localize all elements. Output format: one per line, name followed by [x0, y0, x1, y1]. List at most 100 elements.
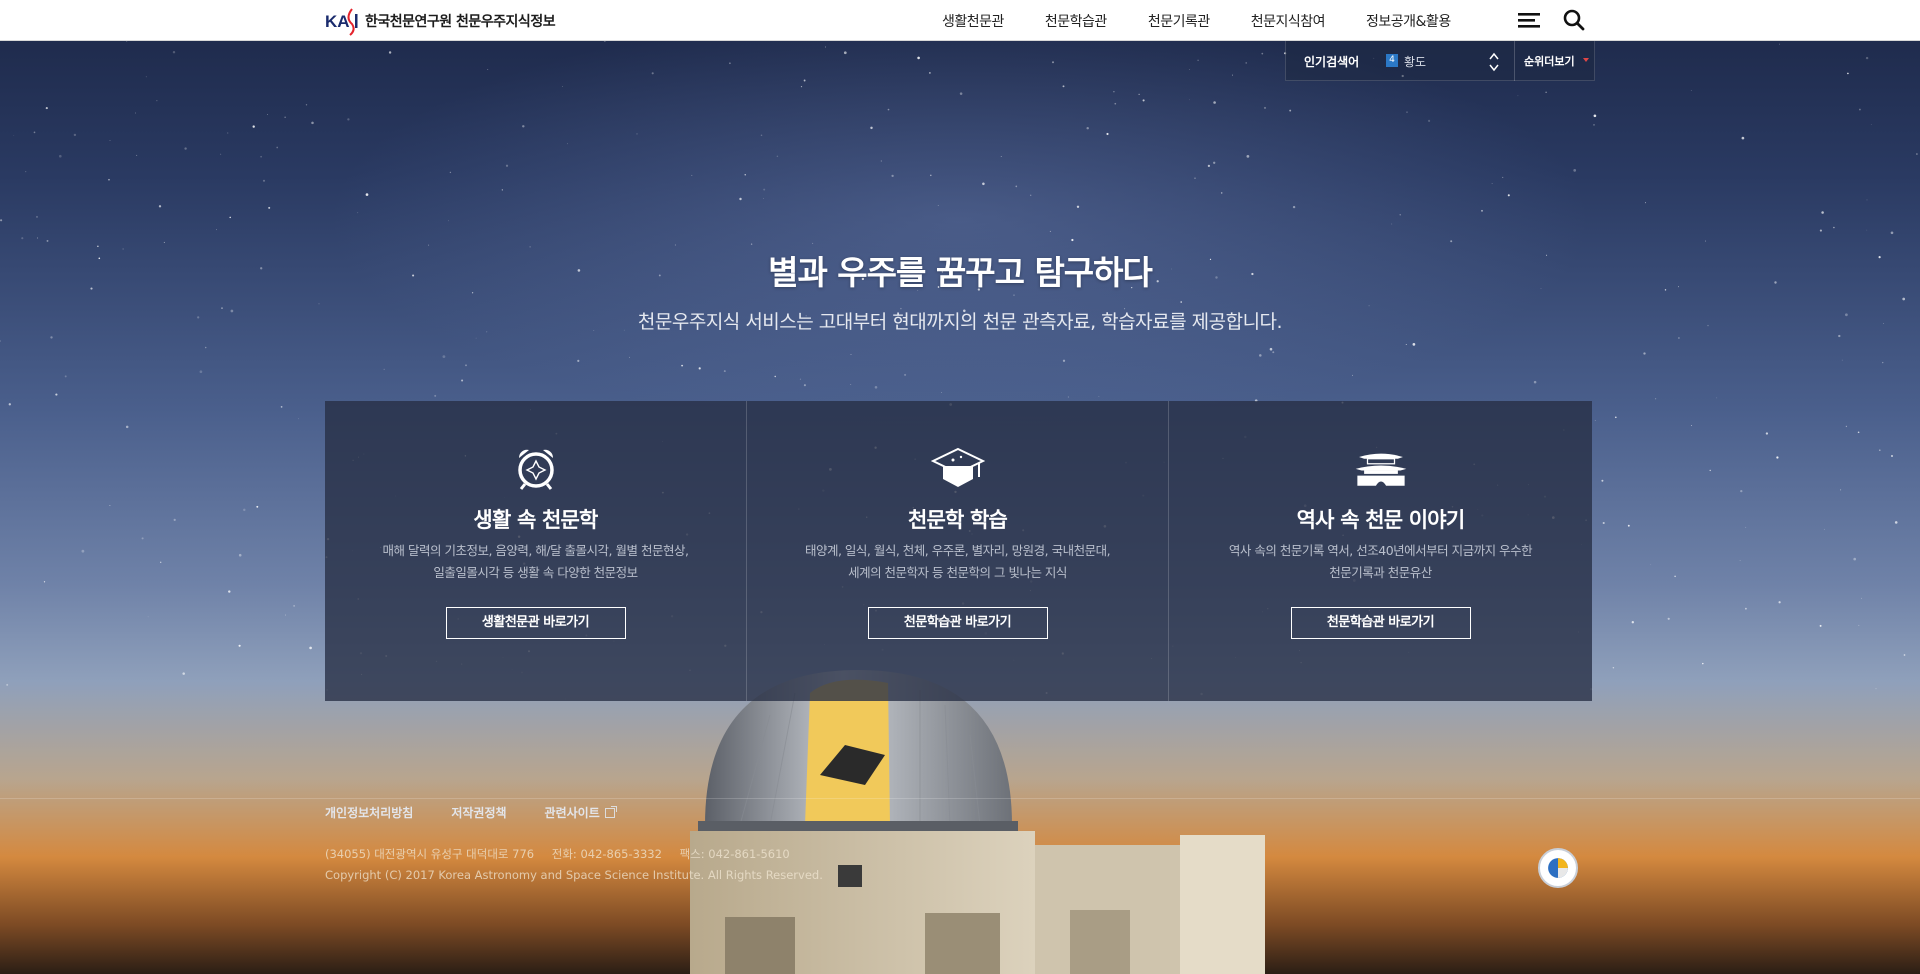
star	[173, 518, 176, 522]
star	[1406, 111, 1408, 113]
star	[1180, 301, 1183, 303]
card-description: 매해 달력의 기초정보, 음양력, 해/달 출몰시각, 월별 천문현상, 일출일…	[355, 540, 716, 584]
star	[744, 174, 746, 176]
star	[1289, 109, 1292, 112]
star	[141, 537, 144, 540]
star	[850, 354, 852, 355]
star	[1138, 93, 1140, 95]
rank-scroll-arrows-icon[interactable]	[1489, 51, 1499, 73]
star	[577, 359, 580, 362]
palace-gate-icon	[1355, 453, 1406, 486]
star	[803, 79, 806, 82]
star	[760, 134, 763, 137]
star	[1745, 526, 1747, 528]
rank-more-label: 순위더보기	[1524, 55, 1575, 68]
rank-badge: 4	[1386, 54, 1398, 67]
popular-search-label: 인기검색어	[1304, 55, 1360, 69]
star	[305, 104, 308, 106]
star	[850, 384, 852, 385]
star	[874, 386, 878, 389]
star	[228, 590, 231, 593]
star	[260, 155, 262, 158]
history-astronomy-button[interactable]: 천문학습관 바로가기	[1290, 607, 1471, 639]
star	[1702, 662, 1704, 665]
star	[73, 133, 77, 137]
star	[1189, 99, 1190, 101]
star	[1412, 343, 1416, 346]
star	[1062, 85, 1065, 88]
star	[505, 164, 509, 167]
star	[1878, 449, 1881, 452]
star	[1866, 229, 1868, 231]
star	[1847, 72, 1849, 75]
star	[1709, 469, 1711, 472]
search-icon[interactable]	[1562, 9, 1586, 31]
star	[1654, 398, 1657, 400]
nav-item-astronomy-records[interactable]: 천문기록관	[1148, 11, 1210, 31]
star	[1113, 90, 1115, 93]
nav-item-astronomy-learning[interactable]: 천문학습관	[1045, 11, 1107, 31]
star	[1902, 297, 1906, 301]
star	[1231, 74, 1233, 76]
star	[227, 132, 229, 134]
site-logo[interactable]: KA 한국천문연구원 천문우주지식정보	[325, 6, 556, 36]
star	[145, 76, 147, 78]
star	[1740, 489, 1743, 493]
nav-item-knowledge-participation[interactable]: 천문지식참여	[1251, 11, 1326, 31]
star	[1213, 161, 1216, 164]
star	[750, 243, 753, 245]
fax-text: 팩스: 042-861-5610	[679, 847, 790, 861]
star	[285, 614, 287, 616]
star	[25, 171, 27, 173]
star	[383, 368, 385, 371]
star	[1261, 52, 1264, 55]
astronomy-learning-button[interactable]: 천문학습관 바로가기	[867, 607, 1048, 639]
star	[8, 403, 11, 406]
star	[1502, 176, 1504, 178]
popular-keyword-link[interactable]: 황도	[1404, 53, 1426, 70]
external-link-icon	[604, 805, 617, 818]
nav-item-info-disclosure[interactable]: 정보공개&활용	[1366, 11, 1451, 31]
star	[1517, 95, 1519, 97]
star	[55, 393, 58, 396]
observatory-illustration	[690, 670, 1265, 974]
main-nav: 생활천문관 천문학습관 천문기록관 천문지식참여 정보공개&활용	[942, 0, 1451, 41]
card-desc-line: 역사 속의 천문기록 역서, 선조40년에서부터 지금까지 우수한	[1228, 543, 1533, 558]
hero-title: 별과 우주를 꿈꾸고 탐구하다	[768, 253, 1153, 292]
star	[567, 143, 568, 145]
star	[1916, 153, 1918, 155]
star	[1866, 199, 1868, 201]
star	[1399, 214, 1401, 216]
star	[238, 553, 242, 557]
star	[172, 50, 176, 54]
star	[1776, 456, 1779, 459]
hamburger-menu-icon[interactable]	[1517, 9, 1541, 31]
star	[1840, 489, 1842, 491]
star	[825, 46, 826, 48]
rank-more-button[interactable]: 순위더보기	[1514, 41, 1596, 81]
star	[803, 384, 806, 387]
star	[1292, 205, 1296, 209]
star	[1015, 185, 1018, 188]
star	[1533, 380, 1537, 384]
star	[6, 683, 9, 686]
star	[929, 72, 931, 74]
privacy-policy-link[interactable]: 개인정보처리방침	[325, 804, 413, 821]
related-sites-link[interactable]: 관련사이트	[545, 804, 617, 821]
star	[1142, 99, 1145, 102]
star	[347, 118, 350, 121]
star	[1745, 607, 1747, 610]
card-desc-line: 세계의 천문학자 등 천문학의 그 빛나는 지식	[848, 565, 1067, 580]
star	[45, 107, 48, 110]
star	[33, 131, 36, 134]
copyright-policy-link[interactable]: 저작권정책	[451, 804, 506, 821]
popular-search-widget: 인기검색어 4 황도 순위더보기	[1285, 41, 1595, 81]
star	[1838, 334, 1841, 338]
star	[365, 193, 369, 196]
nav-item-living-astronomy[interactable]: 생활천문관	[942, 11, 1004, 31]
star	[318, 303, 320, 305]
web-accessibility-mark-icon[interactable]	[1538, 848, 1578, 888]
star	[1667, 617, 1670, 620]
star	[252, 125, 255, 128]
living-astronomy-button[interactable]: 생활천문관 바로가기	[445, 607, 626, 639]
